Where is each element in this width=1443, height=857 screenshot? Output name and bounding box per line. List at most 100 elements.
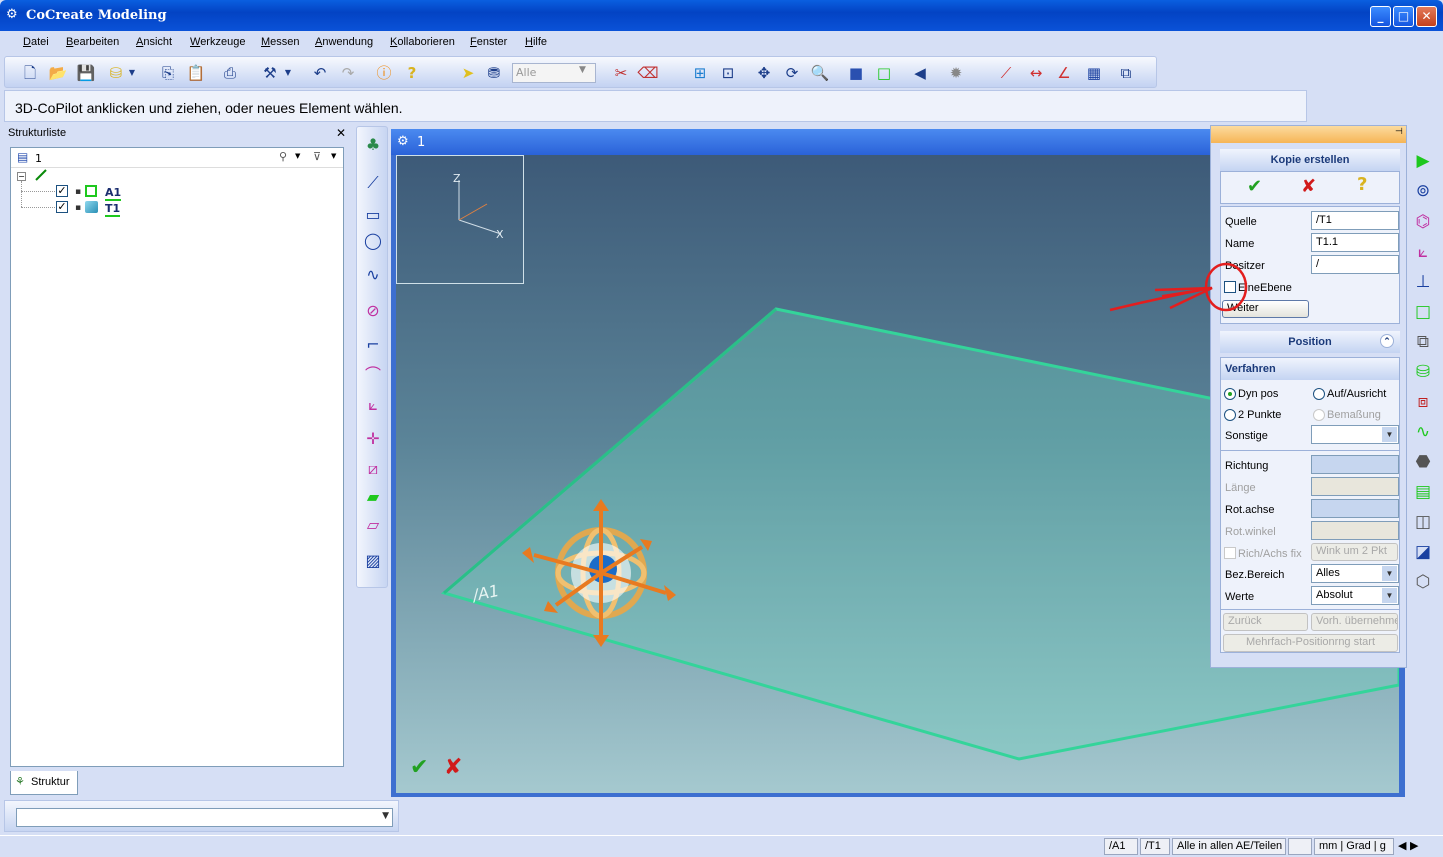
wireframe-view-icon[interactable]: □ [873,62,895,84]
filter-icon[interactable]: ⊽ [313,150,321,163]
ok-icon[interactable]: ✔ [1247,176,1262,197]
chevron-down-icon[interactable]: ▼ [127,62,137,84]
selection-filter-select[interactable]: Alle ▼ [512,63,596,83]
richtung-field[interactable] [1311,455,1399,474]
calculator-icon[interactable]: ▦ [1083,62,1105,84]
menu-hilfe[interactable]: Hilfe [525,36,547,48]
zurueck-button[interactable]: Zurück [1223,613,1308,631]
move-part-icon[interactable]: ⧈ [1411,389,1435,415]
zoom-window-icon[interactable]: ⊡ [717,62,739,84]
auf-ausricht-radio[interactable] [1313,388,1325,400]
rectangle-tool-icon[interactable]: ▭ [361,203,385,227]
menu-datei[interactable]: Datei [23,36,49,48]
close-icon[interactable]: ✕ [336,126,346,140]
shaded-view-icon[interactable]: ■ [845,62,867,84]
redo-icon[interactable]: ↷ [337,62,359,84]
scroll-right-icon[interactable]: ▶ [1410,839,1418,852]
tree-root-label[interactable]: 1 [35,152,42,165]
select-arrow-icon[interactable]: ➤ [457,62,479,84]
besitzer-field[interactable]: / [1311,255,1399,274]
fillet-tool-icon[interactable]: ⌒ [361,363,385,387]
menu-anwendung[interactable]: Anwendung [315,36,373,48]
help-icon[interactable]: ? [1357,174,1367,195]
laenge-field[interactable] [1311,477,1399,496]
measure-angle-icon[interactable]: ∠ [1053,62,1075,84]
plane-tool-icon[interactable]: □ [1411,299,1435,325]
axis-tool-icon[interactable]: ⊥ [1411,269,1435,295]
zwei-punkte-radio[interactable] [1224,409,1236,421]
load-part-icon[interactable]: ⛁ [105,62,127,84]
mehrfach-positionierung-button[interactable]: Mehrfach-Positionrng start [1223,634,1398,652]
cross-tool-icon[interactable]: ✛ [361,427,385,451]
menu-fenster[interactable]: Fenster [470,36,507,48]
sonstige-select[interactable]: ▼ [1311,425,1399,444]
split-tool-icon[interactable]: ⧄ [361,457,385,481]
collapse-up-icon[interactable]: ⌃ [1380,334,1394,348]
help-icon[interactable]: ? [401,62,423,84]
corner-tool-icon[interactable]: ⌐ [361,333,385,357]
chevron-down-icon[interactable]: ▼ [331,152,336,160]
surface-tool-icon[interactable]: ⬣ [1411,449,1435,475]
construction-tool-icon[interactable]: ⊘ [361,299,385,323]
tab-struktur[interactable]: ⚘ Struktur [10,771,78,795]
wink-um-2-pkt-button[interactable]: Wink um 2 Pkt [1311,543,1398,561]
shell-tool-icon[interactable]: ⬡ [1411,569,1435,595]
previous-view-icon[interactable]: ◀ [909,62,931,84]
structure-tree[interactable]: ▤ 1 ⚲ ▼ ⊽ ▼ − ✓ ▪ A1 ✓ ▪ T1 [10,147,344,767]
structure-tool-icon[interactable]: ♣ [361,133,385,157]
view-plane-icon[interactable]: ⊚ [1411,178,1435,204]
workplane-tool-icon[interactable]: ⌬ [1411,209,1435,235]
new-file-icon[interactable]: 🗋 [19,62,41,84]
delete-element-icon[interactable]: ✂ [610,62,632,84]
menu-bearbeiten[interactable]: Bearbeiten [66,36,119,48]
erase-icon[interactable]: ⌫ [637,62,659,84]
spline-tool-icon[interactable]: ∿ [361,263,385,287]
paste-icon[interactable]: 📋 [185,62,207,84]
rich-achs-fix-checkbox[interactable] [1224,547,1236,559]
name-field[interactable]: T1.1 [1311,233,1399,252]
select-filter-icon[interactable]: ⛃ [483,62,505,84]
werte-select[interactable]: Absolut ▼ [1311,586,1399,605]
maximize-button[interactable]: □ [1393,6,1414,27]
viewport-ok-icon[interactable]: ✔ [410,755,428,780]
chevron-down-icon[interactable]: ▼ [283,62,293,84]
scroll-left-icon[interactable]: ◀ [1398,839,1406,852]
dyn-pos-radio[interactable] [1224,388,1236,400]
save-icon[interactable]: 💾 [75,62,97,84]
bez-bereich-select[interactable]: Alles ▼ [1311,564,1399,583]
tree-item-a1[interactable]: ✓ ▪ A1 [11,184,341,201]
viewport-cancel-icon[interactable]: ✘ [444,755,462,780]
rot-achse-field[interactable] [1311,499,1399,518]
sketch-tool-icon[interactable]: ⟀ [1411,239,1435,265]
measure-distance-icon[interactable]: ↔ [1025,62,1047,84]
measure-line-icon[interactable]: ⟋ [995,62,1017,84]
binoculars-icon[interactable]: ⚲ [279,150,287,163]
curve-tool-icon[interactable]: ∿ [1411,419,1435,445]
close-button[interactable]: ✕ [1416,6,1437,27]
chamfer-tool-icon[interactable]: ⟀ [361,393,385,417]
render-settings-icon[interactable]: ✹ [945,62,967,84]
bemassung-radio[interactable] [1313,409,1325,421]
menu-messen[interactable]: Messen [261,36,300,48]
pin-icon[interactable]: ⊣ [1395,127,1403,137]
zoom-icon[interactable]: 🔍 [809,62,831,84]
chevron-down-icon[interactable]: ▼ [295,152,300,160]
tree-item-t1[interactable]: ✓ ▪ T1 [11,200,341,217]
menu-kollaborieren[interactable]: Kollaborieren [390,36,455,48]
info-icon[interactable]: ⓘ [373,62,395,84]
menu-ansicht[interactable]: Ansicht [136,36,172,48]
command-input[interactable]: ▼ [16,808,393,827]
tree-tool-icon[interactable]: ⚒ [259,62,281,84]
circle-tool-icon[interactable]: ◯ [361,229,385,253]
play-icon[interactable]: ▶ [1411,148,1435,174]
quelle-field[interactable]: /T1 [1311,211,1399,230]
hatch-tool-icon[interactable]: ▨ [361,549,385,573]
collapse-icon[interactable]: − [17,172,26,181]
menu-werkzeuge[interactable]: Werkzeuge [190,36,245,48]
copy-icon[interactable]: ⎘ [157,62,179,84]
note-tool-icon[interactable]: ◫ [1411,509,1435,535]
line-tool-icon[interactable]: ⟋ [361,171,385,195]
visibility-checkbox[interactable]: ✓ [56,185,68,197]
vorh-uebernehmen-button[interactable]: Vorh. übernehme [1311,613,1398,631]
open-folder-icon[interactable]: 📂 [47,62,69,84]
